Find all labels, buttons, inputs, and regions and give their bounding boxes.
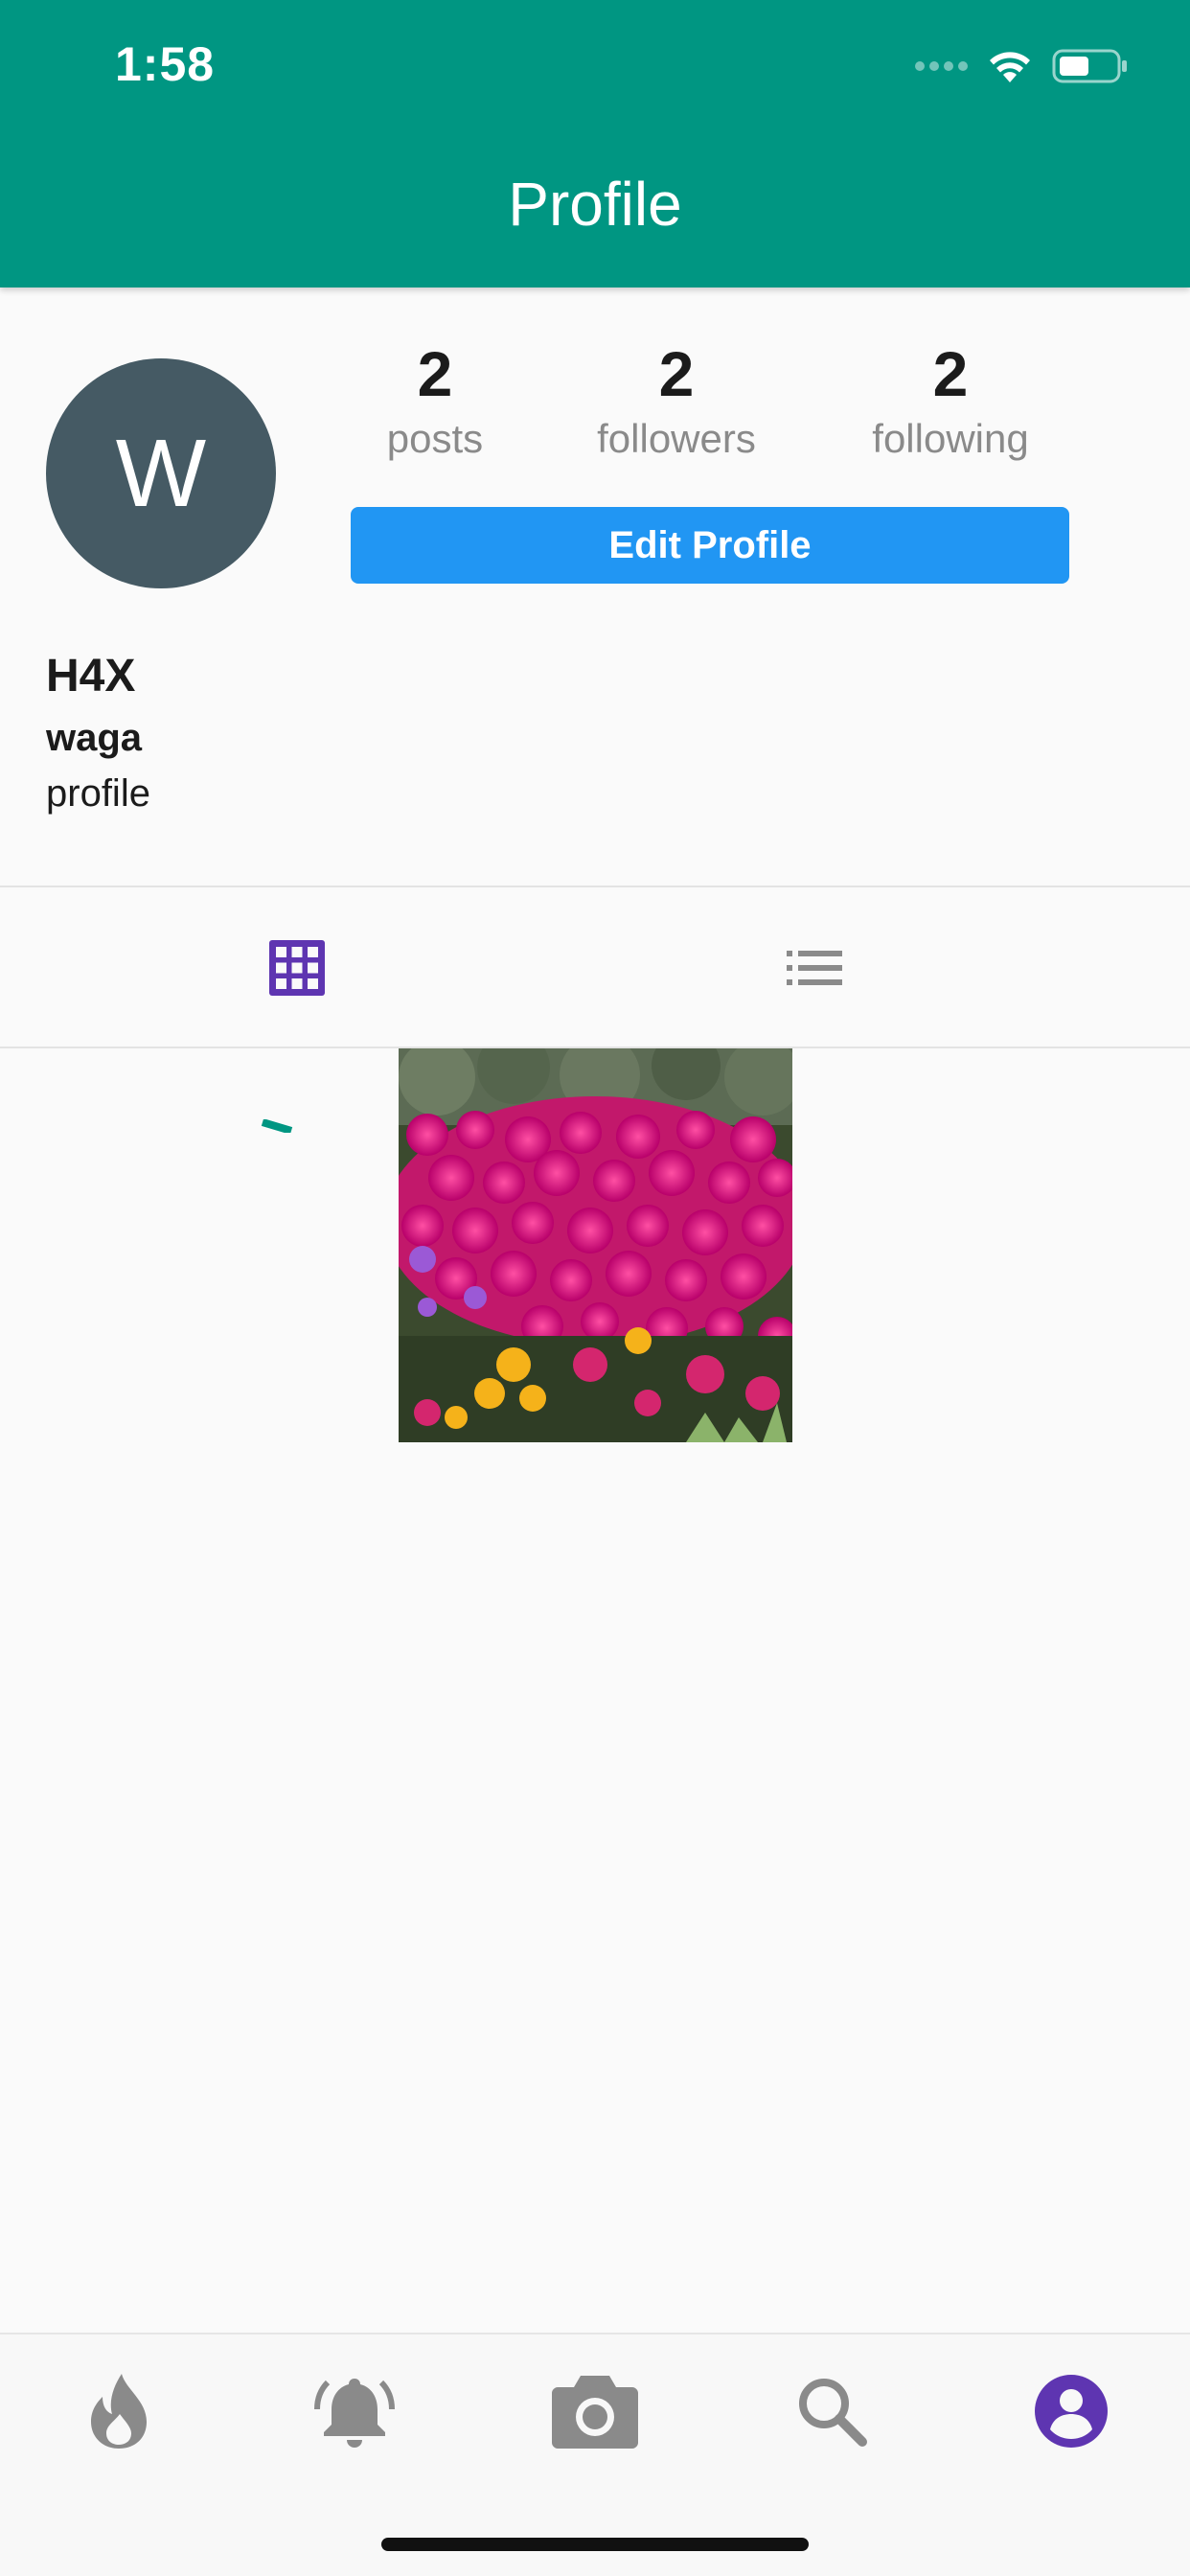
flame-icon <box>91 2374 147 2449</box>
stat-following[interactable]: 2 following <box>845 335 1056 462</box>
signal-dots-icon <box>915 61 968 71</box>
bell-icon <box>314 2379 395 2448</box>
nav-profile[interactable] <box>1023 2363 1119 2459</box>
account-icon <box>1035 2375 1108 2448</box>
avatar-letter: W <box>115 419 207 527</box>
status-icons <box>915 42 1129 90</box>
wifi-icon <box>990 52 1030 82</box>
page-title: Profile <box>508 170 682 239</box>
tab-grid-view[interactable] <box>0 891 594 1045</box>
display-name: H4X <box>46 651 136 702</box>
post-thumbnail[interactable] <box>399 1048 792 1442</box>
stat-value: 2 <box>932 338 969 409</box>
stat-posts[interactable]: 2 posts <box>330 335 540 462</box>
search-icon <box>799 2379 867 2447</box>
stat-label: following <box>872 416 1029 461</box>
stat-followers[interactable]: 2 followers <box>571 335 782 462</box>
nav-notifications[interactable] <box>307 2363 402 2459</box>
nav-search[interactable] <box>784 2363 880 2459</box>
post-image <box>399 1048 792 1442</box>
avatar[interactable]: W <box>46 358 276 588</box>
grid-icon <box>269 940 325 996</box>
home-indicator[interactable] <box>381 2538 809 2551</box>
status-time: 1:58 <box>115 37 216 91</box>
stat-value: 2 <box>417 338 453 409</box>
stat-value: 2 <box>658 338 695 409</box>
bio: profile <box>46 772 150 815</box>
username: waga <box>46 717 143 759</box>
nav-feed[interactable] <box>71 2363 167 2459</box>
divider <box>0 886 1190 887</box>
app-header: 1:58 Profile <box>0 0 1190 288</box>
nav-upload[interactable] <box>547 2363 643 2459</box>
edit-profile-button[interactable]: Edit Profile <box>351 507 1069 584</box>
list-icon <box>787 951 842 985</box>
stat-label: followers <box>597 416 756 461</box>
camera-icon <box>552 2376 638 2449</box>
tab-list-view[interactable] <box>517 891 1111 1045</box>
stat-label: posts <box>386 416 484 461</box>
loading-spinner <box>261 1119 293 1133</box>
battery-icon <box>1052 49 1127 83</box>
